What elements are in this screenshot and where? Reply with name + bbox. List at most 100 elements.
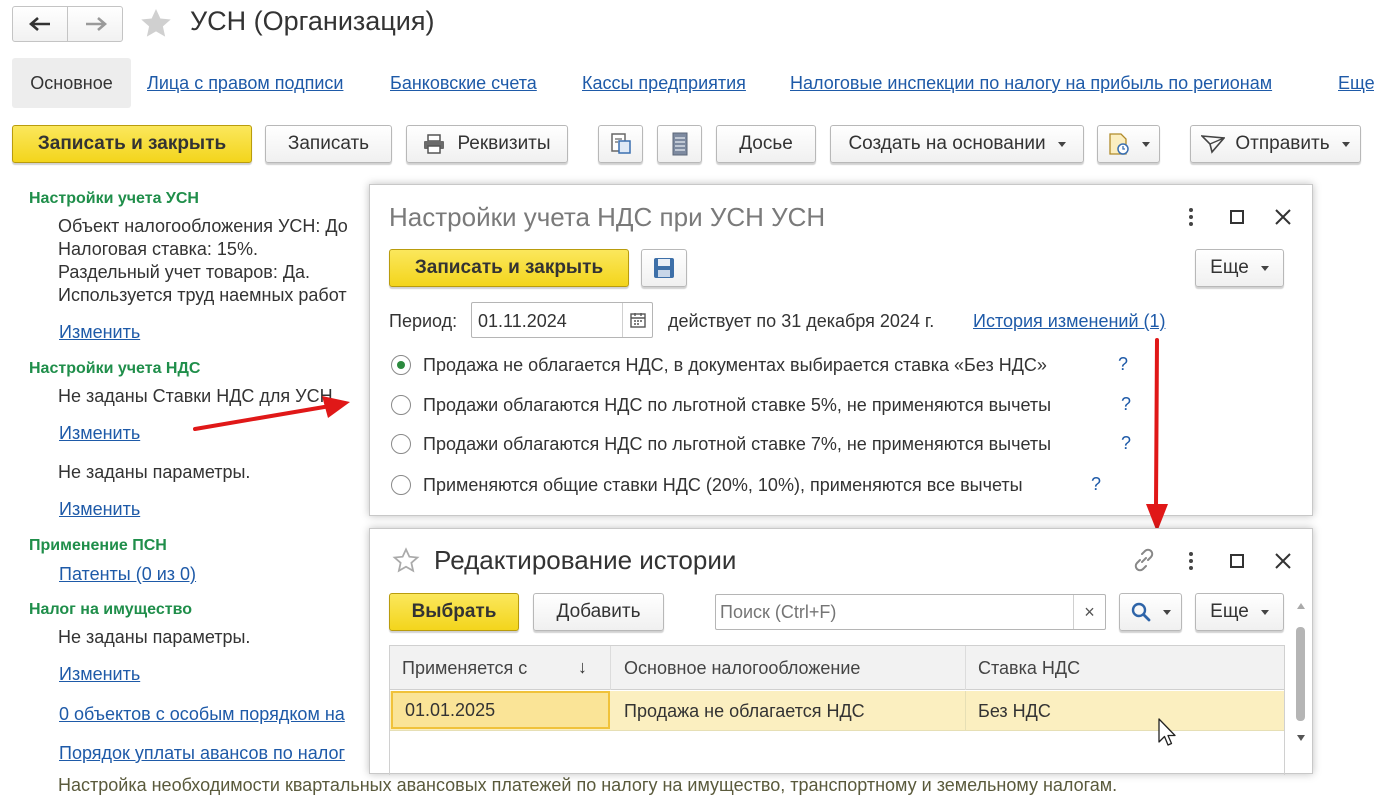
history-link[interactable]: История изменений (1) <box>973 311 1166 332</box>
create-based-label: Создать на основании <box>848 133 1046 154</box>
vat-option-label-1[interactable]: Продажи облагаются НДС по льготной ставк… <box>423 395 1051 416</box>
vat-option-help-1[interactable]: ? <box>1121 394 1131 415</box>
scroll-down-icon[interactable] <box>1297 735 1305 741</box>
tab-signatories[interactable]: Лица с правом подписи <box>147 73 343 94</box>
tab-main[interactable]: Основное <box>12 58 131 108</box>
page-title: УСН (Организация) <box>190 6 435 36</box>
vat-save-close-button[interactable]: Записать и закрыть <box>389 249 629 287</box>
favorite-star-icon[interactable] <box>138 6 174 42</box>
column-header-date[interactable]: Применяется с ↓ <box>390 646 611 690</box>
vat-change-link[interactable]: Изменить <box>59 423 140 444</box>
tab-more[interactable]: Еще <box>1338 73 1374 94</box>
back-button[interactable] <box>13 7 68 41</box>
structure-button[interactable] <box>598 125 643 163</box>
tab-bank-accounts[interactable]: Банковские счета <box>390 73 537 94</box>
vat-dialog-title: Настройки учета НДС при УСН УСН <box>389 202 826 232</box>
vat-option-label-2[interactable]: Продажи облагаются НДС по льготной ставк… <box>423 434 1051 455</box>
close-icon[interactable] <box>1273 551 1293 571</box>
vat-more-button[interactable]: Еще <box>1195 249 1284 287</box>
send-button[interactable]: Отправить <box>1190 125 1361 163</box>
property-change-link[interactable]: Изменить <box>59 664 140 685</box>
select-button[interactable]: Выбрать <box>389 593 519 631</box>
attachments-button[interactable] <box>1097 125 1160 163</box>
period-label: Период: <box>389 311 458 331</box>
forward-button[interactable] <box>68 7 123 41</box>
scroll-up-icon[interactable] <box>1297 603 1305 609</box>
column-header-taxation[interactable]: Основное налогообложение <box>612 646 966 690</box>
search-field[interactable]: × <box>715 594 1106 630</box>
vat-option-radio-3[interactable] <box>391 475 411 495</box>
table-row[interactable]: 01.01.2025 Продажа не облагается НДС Без… <box>390 691 1284 731</box>
save-button[interactable]: Записать <box>265 125 392 163</box>
sort-down-icon: ↓ <box>578 657 587 677</box>
red-arrow-right-icon <box>193 396 350 431</box>
usn-employees-line: Используется труд наемных работ <box>58 285 347 305</box>
printer-icon <box>424 134 445 154</box>
advances-order-link[interactable]: Порядок уплаты авансов по налог <box>59 743 345 764</box>
favorite-star-icon[interactable] <box>392 547 420 575</box>
save-close-button[interactable]: Записать и закрыть <box>12 125 252 163</box>
dossier-button[interactable]: Досье <box>716 125 816 163</box>
vat-option-help-2[interactable]: ? <box>1121 433 1131 454</box>
requisites-button[interactable]: Реквизиты <box>406 125 568 163</box>
send-label: Отправить <box>1235 133 1330 154</box>
vat-more-label: Еще <box>1210 257 1249 278</box>
cell-taxation[interactable]: Продажа не облагается НДС <box>612 691 966 731</box>
params-change-link[interactable]: Изменить <box>59 499 140 520</box>
search-clear-button[interactable]: × <box>1073 595 1105 629</box>
calendar-button[interactable] <box>622 303 652 337</box>
calendar-icon <box>629 313 646 328</box>
property-tax-title: Налог на имущество <box>29 601 192 618</box>
scrollbar-thumb[interactable] <box>1296 627 1305 721</box>
cell-vat-rate[interactable]: Без НДС <box>966 691 1284 731</box>
history-dialog-title: Редактирование истории <box>434 545 737 575</box>
nav-buttons <box>12 6 123 42</box>
search-input[interactable] <box>716 595 1071 629</box>
params-not-set-line: Не заданы параметры. <box>58 462 251 482</box>
more-vertical-icon[interactable] <box>1184 551 1198 571</box>
vat-option-radio-2[interactable] <box>391 434 411 454</box>
send-plane-icon <box>1201 135 1226 154</box>
vat-option-radio-0[interactable] <box>391 355 411 375</box>
vat-option-label-0[interactable]: Продажа не облагается НДС, в документах … <box>423 355 1047 376</box>
document-structure-icon <box>610 133 631 154</box>
link-icon[interactable] <box>1131 547 1157 573</box>
search-button[interactable] <box>1119 593 1182 631</box>
period-field[interactable]: 01.11.2024 <box>471 302 653 338</box>
vat-option-label-3[interactable]: Применяются общие ставки НДС (20%, 10%),… <box>423 475 1023 496</box>
usn-object-line: Объект налогообложения УСН: До <box>58 216 348 236</box>
more-vertical-icon[interactable] <box>1184 207 1198 227</box>
report-list-icon <box>672 132 687 156</box>
period-value: 01.11.2024 <box>478 311 567 331</box>
property-not-set-line: Не заданы параметры. <box>58 627 251 647</box>
arrow-left-icon <box>29 17 50 31</box>
vat-save-icon-button[interactable] <box>641 249 687 287</box>
patents-link[interactable]: Патенты (0 из 0) <box>59 564 196 585</box>
scrollbar[interactable] <box>1294 601 1308 751</box>
usn-separate-line: Раздельный учет товаров: Да. <box>58 262 311 282</box>
column-header-vat-rate[interactable]: Ставка НДС <box>966 646 1284 690</box>
tab-tax-inspections[interactable]: Налоговые инспекции по налогу на прибыль… <box>790 73 1272 94</box>
usn-settings-title: Настройки учета УСН <box>29 190 199 207</box>
history-more-button[interactable]: Еще <box>1195 593 1284 631</box>
vat-option-radio-1[interactable] <box>391 395 411 415</box>
vat-option-help-3[interactable]: ? <box>1091 474 1101 495</box>
psn-title: Применение ПСН <box>29 537 167 554</box>
usn-change-link[interactable]: Изменить <box>59 322 140 343</box>
maximize-icon[interactable] <box>1229 209 1245 225</box>
vat-option-help-0[interactable]: ? <box>1118 354 1128 375</box>
close-icon[interactable] <box>1273 207 1293 227</box>
create-based-button[interactable]: Создать на основании <box>830 125 1084 163</box>
usn-rate-line: Налоговая ставка: 15%. <box>58 239 258 259</box>
search-icon <box>1131 602 1150 622</box>
tab-cash-desks[interactable]: Кассы предприятия <box>582 73 746 94</box>
add-button[interactable]: Добавить <box>533 593 664 631</box>
special-objects-link[interactable]: 0 объектов с особым порядком на <box>59 704 345 725</box>
effective-text: действует по 31 декабря 2024 г. <box>668 311 935 331</box>
red-arrow-down-icon <box>1146 338 1168 532</box>
arrow-right-icon <box>85 17 107 31</box>
report-button[interactable] <box>657 125 702 163</box>
maximize-icon[interactable] <box>1229 553 1245 569</box>
vat-settings-title: Настройки учета НДС <box>29 360 201 377</box>
cell-date[interactable]: 01.01.2025 <box>391 691 610 729</box>
